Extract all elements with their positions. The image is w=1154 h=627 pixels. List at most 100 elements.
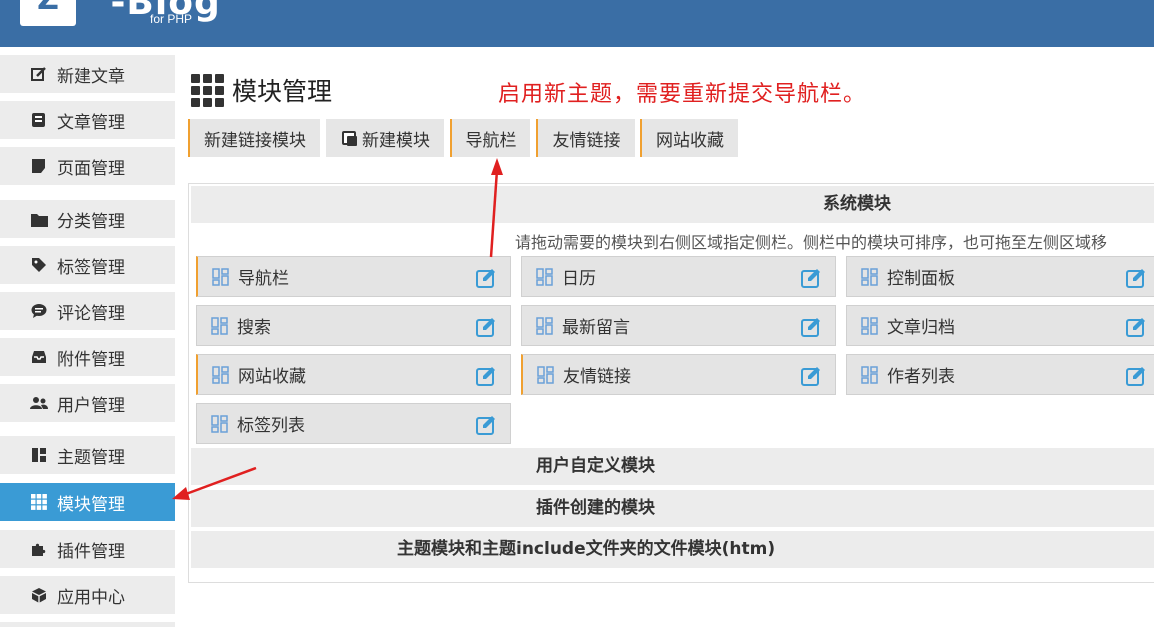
module-tag-list[interactable]: 标签列表 (196, 403, 511, 444)
tab-label: 友情链接 (552, 130, 621, 151)
sidebar-item-category[interactable]: 分类管理 (0, 200, 175, 238)
module-icon (537, 365, 557, 385)
module-icon (212, 267, 232, 287)
edit-icon[interactable] (475, 414, 497, 436)
modules-panel: 系统模块 请拖动需要的模块到右侧区域指定侧栏。侧栏中的模块可排序，也可拖至左侧区… (188, 183, 1154, 583)
tab-label: 导航栏 (465, 130, 517, 151)
sidebar-item-tag[interactable]: 标签管理 (0, 246, 175, 284)
comment-icon (30, 302, 48, 320)
module-calendar[interactable]: 日历 (521, 256, 836, 297)
module-icon (211, 316, 231, 336)
sidebar-item-label: 标签管理 (57, 257, 125, 278)
module-label: 导航栏 (238, 269, 289, 289)
edit-icon[interactable] (1125, 316, 1147, 338)
sidebar-item-module[interactable]: 模块管理 (0, 483, 175, 521)
module-label: 网站收藏 (238, 367, 306, 387)
grid-icon (30, 493, 48, 511)
tab-label: 新建链接模块 (204, 130, 306, 151)
module-control-panel[interactable]: 控制面板 (846, 256, 1154, 297)
edit-icon[interactable] (475, 267, 497, 289)
module-author-list[interactable]: 作者列表 (846, 354, 1154, 395)
theme-icon (30, 446, 48, 464)
top-header: Z Z-Blog for PHP (0, 0, 1154, 47)
section-user-defined[interactable]: 用户自定义模块 (191, 448, 1154, 485)
module-icon (861, 365, 881, 385)
module-icon (212, 365, 232, 385)
sidebar-item-label: 文章管理 (57, 112, 125, 133)
module-friend-links[interactable]: 友情链接 (521, 354, 836, 395)
section-title: 用户自定义模块 (536, 456, 655, 476)
sidebar-item-page-manage[interactable]: 页面管理 (0, 147, 175, 185)
sidebar-item-plugin[interactable]: 插件管理 (0, 530, 175, 568)
puzzle-icon (30, 540, 48, 558)
edit-icon[interactable] (1125, 267, 1147, 289)
tab-label: 新建模块 (362, 130, 430, 151)
sidebar-item-attachment[interactable]: 附件管理 (0, 338, 175, 376)
module-latest-comments[interactable]: 最新留言 (521, 305, 836, 346)
module-label: 日历 (562, 269, 596, 289)
cube-icon (30, 586, 48, 604)
edit-icon[interactable] (800, 267, 822, 289)
sidebar: 新建文章 文章管理 页面管理 分类管理 标签管理 评论管理 附件管理 用户管理 … (0, 47, 175, 627)
tab-navbar[interactable]: 导航栏 (450, 119, 530, 157)
sidebar-item-partial (0, 622, 175, 627)
module-label: 友情链接 (563, 367, 631, 387)
module-label: 作者列表 (887, 367, 955, 387)
sidebar-item-article-manage[interactable]: 文章管理 (0, 101, 175, 139)
tab-favorites[interactable]: 网站收藏 (640, 119, 738, 157)
arrow-head-navbar (491, 158, 503, 175)
edit-icon[interactable] (1125, 365, 1147, 387)
section-title: 主题模块和主题include文件夹的文件模块(htm) (397, 539, 776, 559)
section-title: 插件创建的模块 (536, 498, 655, 518)
article-icon (30, 111, 48, 129)
page-title: 模块管理 (232, 77, 333, 106)
edit-icon[interactable] (800, 365, 822, 387)
module-label: 文章归档 (887, 318, 955, 338)
drag-hint: 请拖动需要的模块到右侧区域指定侧栏。侧栏中的模块可排序，也可拖至左侧区域移 (515, 233, 1108, 252)
sidebar-item-label: 插件管理 (57, 541, 125, 562)
module-label: 控制面板 (887, 269, 955, 289)
tab-label: 网站收藏 (656, 130, 724, 151)
edit-icon (30, 65, 48, 83)
page-title-wrap: 模块管理 (191, 72, 332, 108)
section-theme-modules[interactable]: 主题模块和主题include文件夹的文件模块(htm) (191, 531, 1154, 568)
sidebar-item-label: 新建文章 (57, 66, 125, 87)
edit-icon[interactable] (800, 316, 822, 338)
module-label: 最新留言 (562, 318, 630, 338)
sidebar-item-label: 模块管理 (57, 494, 125, 515)
notice-text: 启用新主题，需要重新提交导航栏。 (498, 82, 867, 107)
module-icon (211, 414, 231, 434)
tag-icon (30, 256, 48, 274)
section-plugin-created[interactable]: 插件创建的模块 (191, 490, 1154, 527)
new-module-icon (342, 131, 357, 146)
module-label: 标签列表 (237, 416, 305, 436)
logo-letter: Z (30, 0, 66, 15)
module-search[interactable]: 搜索 (196, 305, 511, 346)
sidebar-item-new-article[interactable]: 新建文章 (0, 55, 175, 93)
sidebar-item-label: 分类管理 (57, 211, 125, 232)
module-favorites[interactable]: 网站收藏 (196, 354, 511, 395)
section-system-modules: 系统模块 (191, 186, 1154, 223)
sidebar-item-app-center[interactable]: 应用中心 (0, 576, 175, 614)
tab-new-link-module[interactable]: 新建链接模块 (188, 119, 320, 157)
edit-icon[interactable] (475, 365, 497, 387)
module-icon (536, 316, 556, 336)
section-title: 系统模块 (823, 194, 891, 214)
users-icon (30, 394, 48, 412)
sidebar-item-label: 应用中心 (57, 587, 125, 608)
edit-icon[interactable] (475, 316, 497, 338)
tab-friend-links[interactable]: 友情链接 (536, 119, 635, 157)
sidebar-item-label: 附件管理 (57, 349, 125, 370)
sidebar-item-label: 主题管理 (57, 447, 125, 468)
logo-subtitle: for PHP (150, 12, 193, 26)
module-archives[interactable]: 文章归档 (846, 305, 1154, 346)
page-icon (30, 157, 48, 175)
sidebar-item-comment[interactable]: 评论管理 (0, 292, 175, 330)
sidebar-item-label: 评论管理 (57, 303, 125, 324)
tab-new-module[interactable]: 新建模块 (326, 119, 444, 157)
sidebar-item-user[interactable]: 用户管理 (0, 384, 175, 422)
sidebar-item-theme[interactable]: 主题管理 (0, 436, 175, 474)
folder-icon (30, 210, 48, 228)
module-navbar[interactable]: 导航栏 (196, 256, 511, 297)
sidebar-item-label: 页面管理 (57, 158, 125, 179)
